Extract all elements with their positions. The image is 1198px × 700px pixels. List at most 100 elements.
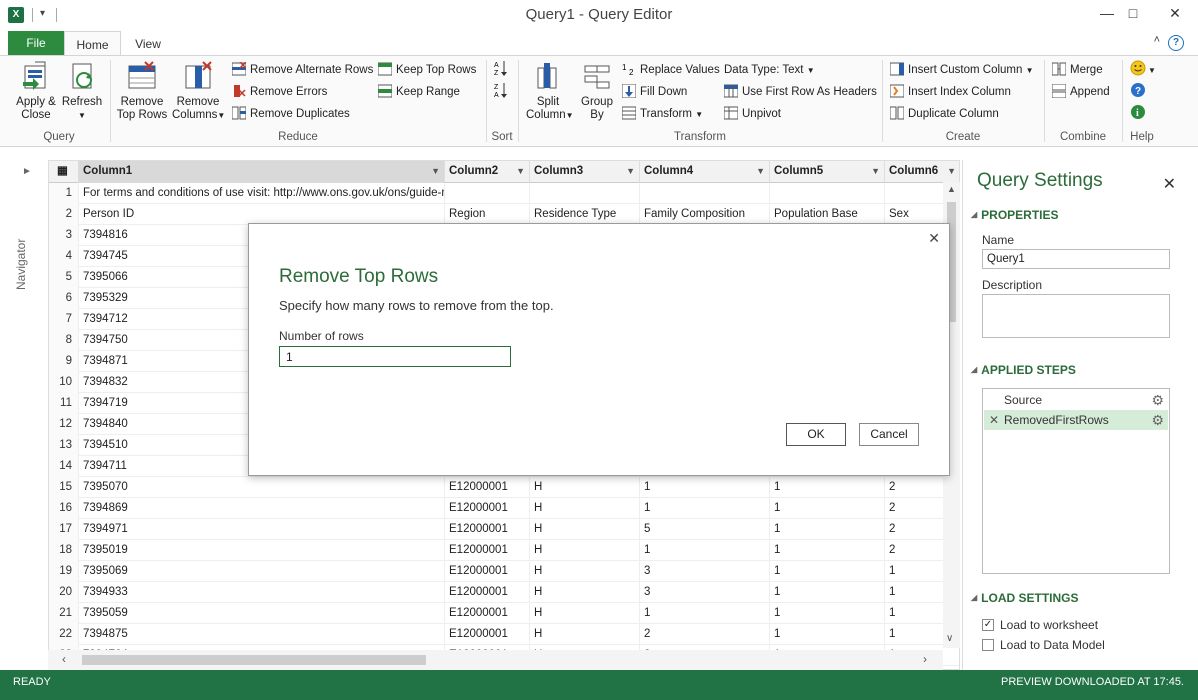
table-cell[interactable]: 7394869 <box>79 498 445 519</box>
refresh-button[interactable]: Refresh ▼ <box>60 60 104 122</box>
number-of-rows-input[interactable] <box>279 346 511 367</box>
table-cell[interactable]: E12000001 <box>445 582 530 603</box>
table-cell[interactable]: H <box>530 624 640 645</box>
column-header[interactable]: Column6 ▼ <box>885 161 959 183</box>
table-cell[interactable]: 1 <box>770 582 885 603</box>
duplicate-column-button[interactable]: Duplicate Column <box>889 104 999 124</box>
table-cell[interactable]: H <box>530 561 640 582</box>
delete-step-icon[interactable]: ✕ <box>989 410 999 430</box>
table-select-icon[interactable]: ▦ <box>49 161 79 183</box>
table-cell[interactable]: 7395059 <box>79 603 445 624</box>
table-cell[interactable]: 7394875 <box>79 624 445 645</box>
table-cell[interactable]: H <box>530 498 640 519</box>
table-cell[interactable]: E12000001 <box>445 540 530 561</box>
sort-ascending-button[interactable]: AZ <box>494 60 512 80</box>
applied-steps-heading[interactable]: APPLIED STEPS <box>971 363 1076 377</box>
dialog-close-icon[interactable]: ✕ <box>928 230 940 247</box>
chevron-down-icon[interactable]: ▼ <box>947 161 956 182</box>
table-cell[interactable]: 1 <box>770 624 885 645</box>
column-header[interactable]: Column3 ▼ <box>530 161 640 183</box>
name-field[interactable]: Query1 <box>982 249 1170 269</box>
table-cell[interactable]: 3 <box>640 561 770 582</box>
table-cell[interactable]: E12000001 <box>445 561 530 582</box>
table-cell[interactable]: 3 <box>640 582 770 603</box>
merge-button[interactable]: Merge <box>1051 60 1103 80</box>
table-cell[interactable]: 5 <box>640 519 770 540</box>
insert-index-column-button[interactable]: Insert Index Column <box>889 82 1011 102</box>
table-cell[interactable]: Population Base <box>770 204 885 225</box>
cancel-button[interactable]: Cancel <box>859 423 919 446</box>
column-header[interactable]: Column4 ▼ <box>640 161 770 183</box>
table-cell[interactable]: E12000001 <box>445 624 530 645</box>
unpivot-button[interactable]: Unpivot <box>723 104 781 124</box>
table-cell[interactable]: H <box>530 582 640 603</box>
collapse-ribbon-icon[interactable]: ˄ <box>1154 34 1160 46</box>
table-cell[interactable]: H <box>530 477 640 498</box>
table-cell[interactable]: 1 <box>770 498 885 519</box>
scroll-right-icon[interactable]: › <box>923 652 927 666</box>
table-cell[interactable]: 1 <box>770 519 885 540</box>
help-button[interactable]: ? <box>1130 82 1148 102</box>
remove-errors-button[interactable]: Remove Errors <box>232 82 327 102</box>
keep-top-rows-button[interactable]: Keep Top Rows <box>377 60 476 80</box>
table-cell[interactable]: E12000001 <box>445 498 530 519</box>
table-cell[interactable]: Region <box>445 204 530 225</box>
fill-down-button[interactable]: Fill Down <box>621 82 687 102</box>
chevron-down-icon[interactable]: ▼ <box>431 161 440 182</box>
column-header[interactable]: Column2 ▼ <box>445 161 530 183</box>
step-removed-first-rows[interactable]: ✕ RemovedFirstRows ⚙ <box>984 410 1168 430</box>
load-settings-heading[interactable]: LOAD SETTINGS <box>971 591 1078 605</box>
close-settings-icon[interactable]: ✕ <box>1163 174 1176 194</box>
close-button[interactable]: ✕ <box>1152 0 1198 28</box>
maximize-button[interactable]: □ <box>1114 0 1152 28</box>
table-cell[interactable]: H <box>530 603 640 624</box>
ok-button[interactable]: OK <box>786 423 846 446</box>
table-cell[interactable] <box>530 183 640 204</box>
remove-columns-button[interactable]: Remove Columns▼ <box>172 60 225 122</box>
table-cell[interactable]: 1 <box>640 477 770 498</box>
column-header[interactable]: Column5 ▼ <box>770 161 885 183</box>
table-cell[interactable]: 7395019 <box>79 540 445 561</box>
table-cell[interactable]: 1 <box>770 603 885 624</box>
insert-custom-column-button[interactable]: Insert Custom Column ▼ <box>889 60 1034 80</box>
table-cell[interactable]: 7394971 <box>79 519 445 540</box>
tab-home[interactable]: Home <box>64 31 121 56</box>
append-button[interactable]: Append <box>1051 82 1110 102</box>
replace-values-button[interactable]: 1 2 Replace Values <box>622 60 720 80</box>
scroll-down-icon[interactable]: ∨ <box>946 633 953 644</box>
apply-close-button[interactable]: Apply & Close <box>14 60 58 122</box>
table-cell[interactable]: 1 <box>770 561 885 582</box>
table-cell[interactable]: 1 <box>770 540 885 561</box>
table-cell[interactable] <box>445 183 530 204</box>
table-cell[interactable]: E12000001 <box>445 477 530 498</box>
column-header[interactable]: Column1 ▼ <box>79 161 445 183</box>
chevron-down-icon[interactable]: ▼ <box>756 161 765 182</box>
table-cell[interactable]: 2 <box>640 624 770 645</box>
sort-descending-button[interactable]: ZA <box>494 82 512 102</box>
table-cell[interactable]: Residence Type <box>530 204 640 225</box>
table-cell[interactable]: 7394933 <box>79 582 445 603</box>
table-cell[interactable] <box>770 183 885 204</box>
table-cell[interactable]: Family Composition <box>640 204 770 225</box>
table-cell[interactable]: H <box>530 540 640 561</box>
table-cell[interactable] <box>640 183 770 204</box>
properties-heading[interactable]: PROPERTIES <box>971 208 1058 222</box>
chevron-down-icon[interactable]: ▼ <box>516 161 525 182</box>
step-source[interactable]: Source ⚙ <box>984 390 1168 410</box>
transform-button[interactable]: Transform ▼ <box>621 104 703 124</box>
table-cell[interactable]: E12000001 <box>445 603 530 624</box>
table-cell[interactable]: 7395069 <box>79 561 445 582</box>
description-field[interactable] <box>982 294 1170 338</box>
use-first-row-headers-button[interactable]: Use First Row As Headers <box>723 82 877 102</box>
table-cell[interactable]: For terms and conditions of use visit: h… <box>79 183 445 204</box>
load-to-worksheet-checkbox[interactable]: ✓ <box>982 619 994 631</box>
table-cell[interactable]: E12000001 <box>445 519 530 540</box>
table-cell[interactable]: 1 <box>640 603 770 624</box>
chevron-down-icon[interactable]: ▼ <box>871 161 880 182</box>
navigator-expand-icon[interactable]: ► <box>22 166 32 177</box>
group-by-button[interactable]: Group By <box>576 60 618 122</box>
feedback-smile-button[interactable]: ▼ <box>1130 60 1156 80</box>
navigator-label[interactable]: Navigator <box>14 239 28 290</box>
table-cell[interactable]: 1 <box>640 498 770 519</box>
scroll-left-icon[interactable]: ‹ <box>62 652 66 666</box>
